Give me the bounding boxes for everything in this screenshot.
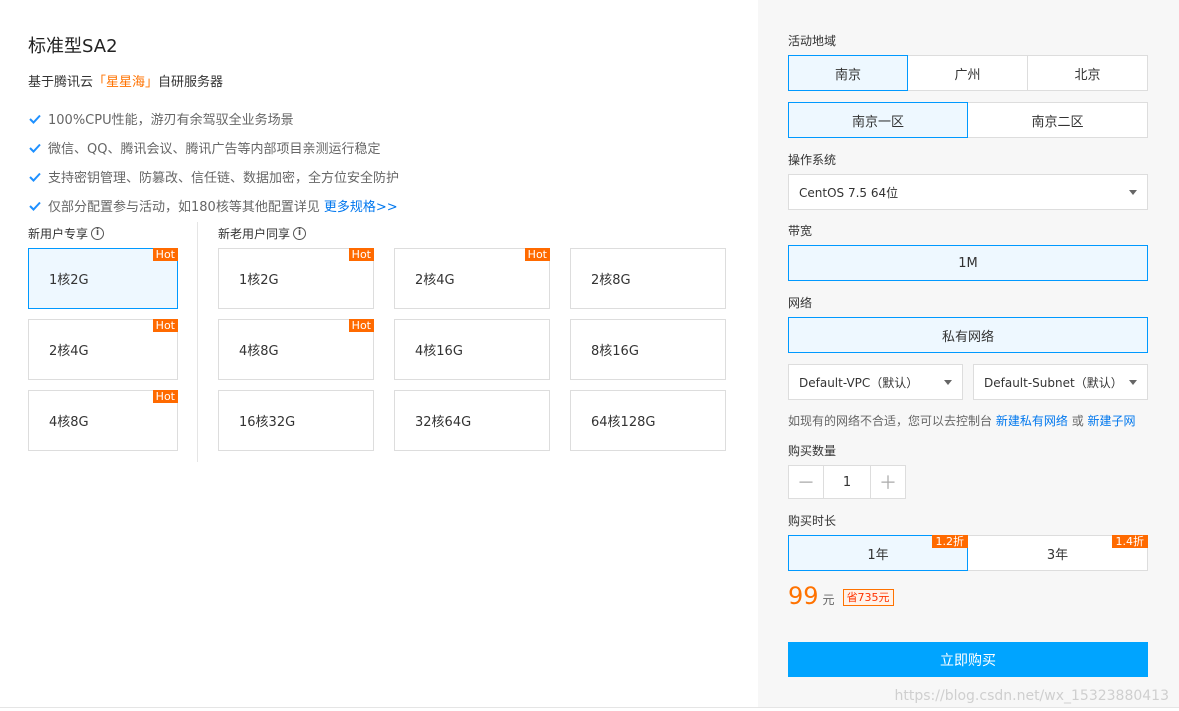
product-subtitle: 基于腾讯云「星星海」自研服务器 bbox=[28, 71, 223, 90]
spec-option[interactable]: 4核8G Hot bbox=[218, 319, 374, 380]
spec-option[interactable]: 1核2G Hot bbox=[218, 248, 374, 309]
hot-badge: Hot bbox=[524, 248, 550, 261]
region-option-guangzhou[interactable]: 广州 bbox=[907, 55, 1028, 91]
zone-option-2[interactable]: 南京二区 bbox=[967, 102, 1148, 138]
quantity-label: 购买数量 bbox=[788, 444, 837, 458]
hot-badge: Hot bbox=[152, 319, 178, 332]
order-panel: 活动地域 南京 广州 北京 南京一区 南京二区 操作系统 CentOS 7.5 … bbox=[758, 0, 1179, 708]
subtitle-highlight: 「星星海」 bbox=[93, 75, 159, 90]
more-specs-link[interactable]: 更多规格>> bbox=[324, 196, 398, 215]
os-select[interactable]: CentOS 7.5 64位 bbox=[788, 174, 1148, 210]
spec-option[interactable]: 2核8G bbox=[570, 248, 726, 309]
quantity-value[interactable]: 1 bbox=[823, 466, 871, 498]
hot-badge: Hot bbox=[348, 319, 374, 332]
spec-option[interactable]: 2核4G Hot bbox=[28, 319, 178, 380]
feature-item: 微信、QQ、腾讯会议、腾讯广告等内部项目亲测运行稳定 bbox=[28, 133, 399, 162]
divider bbox=[197, 222, 198, 462]
info-icon[interactable]: i bbox=[91, 227, 105, 240]
quantity-stepper: － 1 ＋ bbox=[788, 465, 906, 499]
chevron-down-icon bbox=[1129, 380, 1137, 385]
all-user-label: 新老用户同享 i bbox=[218, 225, 307, 242]
os-label: 操作系统 bbox=[788, 153, 837, 167]
plus-button[interactable]: ＋ bbox=[871, 466, 905, 498]
spec-option[interactable]: 2核4G Hot bbox=[394, 248, 550, 309]
check-icon bbox=[29, 172, 41, 182]
create-subnet-link[interactable]: 新建子网 bbox=[1088, 414, 1136, 428]
new-user-label: 新用户专享 i bbox=[28, 225, 105, 242]
vpc-select[interactable]: Default-VPC（默认） bbox=[788, 364, 963, 400]
spec-option[interactable]: 8核16G bbox=[570, 319, 726, 380]
buy-now-button[interactable]: 立即购买 bbox=[788, 642, 1148, 677]
region-option-nanjing[interactable]: 南京 bbox=[788, 55, 908, 91]
create-vpc-link[interactable]: 新建私有网络 bbox=[996, 414, 1068, 428]
zone-option-1[interactable]: 南京一区 bbox=[788, 102, 968, 138]
network-hint: 如现有的网络不合适，您可以去控制台 新建私有网络 或 新建子网 bbox=[788, 414, 1136, 428]
check-icon bbox=[29, 143, 41, 153]
feature-item: 支持密钥管理、防篡改、信任链、数据加密，全方位安全防护 bbox=[28, 162, 399, 191]
minus-button[interactable]: － bbox=[789, 466, 823, 498]
discount-badge: 1.2折 bbox=[931, 535, 968, 548]
price-unit: 元 bbox=[822, 593, 835, 607]
divider bbox=[0, 707, 1179, 708]
spec-option[interactable]: 4核16G bbox=[394, 319, 550, 380]
duration-option-1y[interactable]: 1年 1.2折 bbox=[788, 535, 968, 571]
chevron-down-icon bbox=[944, 380, 952, 385]
region-option-beijing[interactable]: 北京 bbox=[1027, 55, 1148, 91]
product-title: 标准型SA2 bbox=[28, 36, 118, 57]
info-icon[interactable]: i bbox=[293, 227, 307, 240]
subnet-select[interactable]: Default-Subnet（默认） bbox=[973, 364, 1148, 400]
spec-option[interactable]: 1核2G Hot bbox=[28, 248, 178, 309]
watermark: https://blog.csdn.net/wx_15323880413 bbox=[894, 688, 1169, 704]
check-icon bbox=[29, 114, 41, 124]
feature-item: 100%CPU性能，游刃有余驾驭全业务场景 bbox=[28, 104, 399, 133]
savings-badge: 省735元 bbox=[842, 589, 894, 606]
hot-badge: Hot bbox=[152, 248, 178, 261]
product-panel: 标准型SA2 基于腾讯云「星星海」自研服务器 100%CPU性能，游刃有余驾驭全… bbox=[0, 0, 758, 711]
chevron-down-icon bbox=[1129, 190, 1137, 195]
discount-badge: 1.4折 bbox=[1111, 535, 1148, 548]
spec-option[interactable]: 64核128G bbox=[570, 390, 726, 451]
subtitle-prefix: 基于腾讯云 bbox=[28, 75, 94, 90]
bandwidth-selector: 1M bbox=[788, 245, 1148, 281]
duration-label: 购买时长 bbox=[788, 514, 837, 528]
spec-option[interactable]: 32核64G bbox=[394, 390, 550, 451]
price-value: 99 bbox=[788, 582, 819, 610]
subtitle-suffix: 自研服务器 bbox=[158, 75, 224, 90]
network-option[interactable]: 私有网络 bbox=[788, 317, 1148, 353]
zone-selector: 南京一区 南京二区 bbox=[788, 102, 1148, 138]
region-label: 活动地域 bbox=[788, 34, 837, 48]
bandwidth-label: 带宽 bbox=[788, 224, 813, 238]
hot-badge: Hot bbox=[348, 248, 374, 261]
network-label: 网络 bbox=[788, 296, 813, 310]
region-selector: 南京 广州 北京 bbox=[788, 55, 1148, 91]
feature-item: 仅部分配置参与活动，如180核等其他配置详见 更多规格>> bbox=[28, 191, 399, 220]
feature-list: 100%CPU性能，游刃有余驾驭全业务场景 微信、QQ、腾讯会议、腾讯广告等内部… bbox=[28, 104, 399, 220]
price-display: 99 元 省735元 bbox=[788, 582, 894, 610]
duration-option-3y[interactable]: 3年 1.4折 bbox=[967, 535, 1148, 571]
spec-option[interactable]: 4核8G Hot bbox=[28, 390, 178, 451]
spec-option[interactable]: 16核32G bbox=[218, 390, 374, 451]
network-selector: 私有网络 bbox=[788, 317, 1148, 353]
check-icon bbox=[29, 201, 41, 211]
duration-selector: 1年 1.2折 3年 1.4折 bbox=[788, 535, 1148, 571]
hot-badge: Hot bbox=[152, 390, 178, 403]
bandwidth-option[interactable]: 1M bbox=[788, 245, 1148, 281]
